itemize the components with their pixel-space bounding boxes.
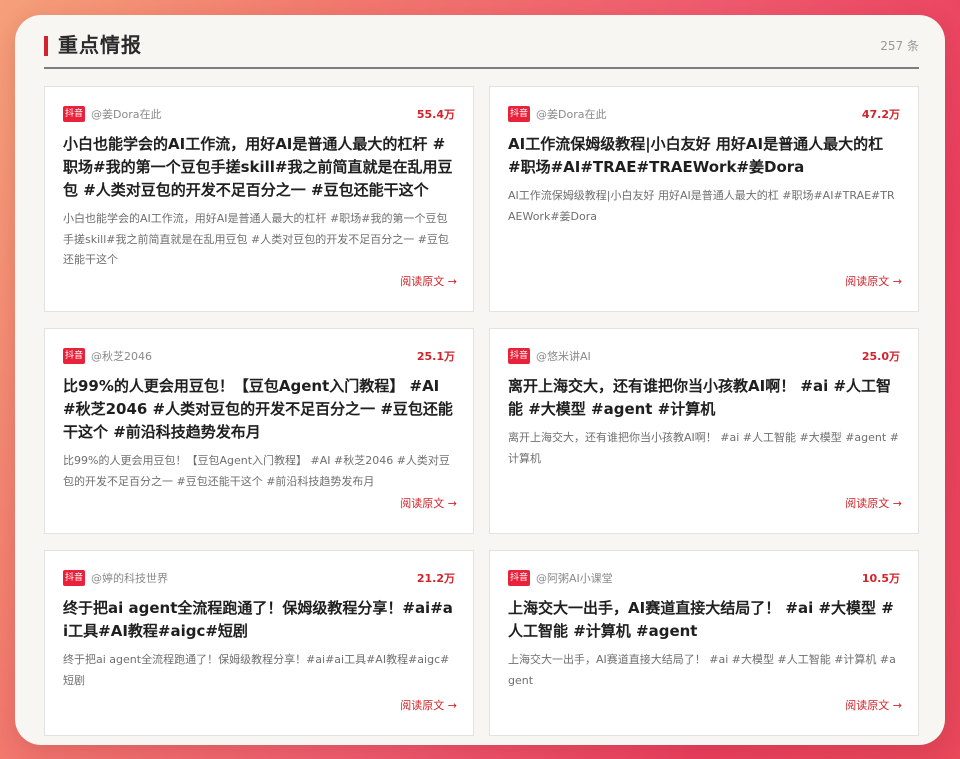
card-meta: 抖音 @婷的科技世界 21.2万	[63, 569, 455, 587]
card-title[interactable]: 离开上海交大，还有谁把你当小孩教AI啊！ #ai #人工智能 #大模型 #age…	[508, 375, 900, 421]
card-summary: 比99%的人更会用豆包！【豆包Agent入门教程】 #AI #秋芝2046 #人…	[63, 454, 450, 488]
view-metric: 55.4万	[416, 108, 455, 121]
author-handle: @阿粥AI小课堂	[536, 572, 613, 585]
card-summary: AI工作流保姆级教程|小白友好 用好AI是普通人最大的杠 #职场#AI#TRAE…	[508, 189, 895, 223]
read-original-link[interactable]: 阅读原文 →	[845, 697, 902, 713]
intel-card[interactable]: 抖音 @秋芝2046 25.1万 比99%的人更会用豆包！【豆包Agent入门教…	[44, 328, 474, 534]
view-metric: 25.0万	[861, 350, 900, 363]
card-title[interactable]: 上海交大一出手，AI赛道直接大结局了！ #ai #大模型 #人工智能 #计算机 …	[508, 597, 900, 643]
view-metric: 21.2万	[416, 572, 455, 585]
view-metric: 10.5万	[861, 572, 900, 585]
card-summary: 终于把ai agent全流程跑通了！保姆级教程分享！#ai#ai工具#AI教程#…	[63, 653, 450, 687]
author-handle: @姜Dora在此	[91, 108, 162, 121]
item-count: 257 条	[880, 39, 919, 53]
author-handle: @姜Dora在此	[536, 108, 607, 121]
platform-badge: 抖音	[508, 106, 531, 122]
intel-card[interactable]: 抖音 @婷的科技世界 21.2万 终于把ai agent全流程跑通了！保姆级教程…	[44, 550, 474, 736]
view-metric: 47.2万	[861, 108, 900, 121]
author-handle: @秋芝2046	[91, 350, 153, 363]
card-meta: 抖音 @姜Dora在此 55.4万	[63, 105, 455, 123]
intel-card[interactable]: 抖音 @阿粥AI小课堂 10.5万 上海交大一出手，AI赛道直接大结局了！ #a…	[489, 550, 919, 736]
title-accent-bar	[44, 36, 48, 56]
card-title[interactable]: AI工作流保姆级教程|小白友好 用好AI是普通人最大的杠 #职场#AI#TRAE…	[508, 133, 900, 179]
card-title[interactable]: 小白也能学会的AI工作流，用好AI是普通人最大的杠杆 #职场#我的第一个豆包手搓…	[63, 133, 455, 202]
intel-card[interactable]: 抖音 @姜Dora在此 47.2万 AI工作流保姆级教程|小白友好 用好AI是普…	[489, 86, 919, 312]
card-meta: 抖音 @姜Dora在此 47.2万	[508, 105, 900, 123]
platform-badge: 抖音	[63, 106, 86, 122]
intel-panel: 重点情报 257 条 抖音 @姜Dora在此 55.4万 小白也能学会的AI工作…	[15, 15, 945, 745]
read-original-link[interactable]: 阅读原文 →	[400, 273, 457, 289]
card-meta: 抖音 @阿粥AI小课堂 10.5万	[508, 569, 900, 587]
read-original-link[interactable]: 阅读原文 →	[845, 273, 902, 289]
card-title[interactable]: 终于把ai agent全流程跑通了！保姆级教程分享！#ai#ai工具#AI教程#…	[63, 597, 455, 643]
platform-badge: 抖音	[508, 570, 531, 586]
card-summary: 小白也能学会的AI工作流，用好AI是普通人最大的杠杆 #职场#我的第一个豆包手搓…	[63, 212, 449, 266]
card-summary: 上海交大一出手，AI赛道直接大结局了！ #ai #大模型 #人工智能 #计算机 …	[508, 653, 896, 687]
card-meta: 抖音 @悠米讲AI 25.0万	[508, 347, 900, 365]
author-handle: @婷的科技世界	[91, 572, 169, 585]
author-handle: @悠米讲AI	[536, 350, 591, 363]
read-original-link[interactable]: 阅读原文 →	[845, 495, 902, 511]
platform-badge: 抖音	[63, 348, 86, 364]
intel-card[interactable]: 抖音 @悠米讲AI 25.0万 离开上海交大，还有谁把你当小孩教AI啊！ #ai…	[489, 328, 919, 534]
card-grid: 抖音 @姜Dora在此 55.4万 小白也能学会的AI工作流，用好AI是普通人最…	[44, 86, 919, 736]
platform-badge: 抖音	[508, 348, 531, 364]
read-original-link[interactable]: 阅读原文 →	[400, 495, 457, 511]
intel-card[interactable]: 抖音 @姜Dora在此 55.4万 小白也能学会的AI工作流，用好AI是普通人最…	[44, 86, 474, 312]
page-title: 重点情报	[58, 33, 142, 57]
view-metric: 25.1万	[416, 350, 455, 363]
card-summary: 离开上海交大，还有谁把你当小孩教AI啊！ #ai #人工智能 #大模型 #age…	[508, 431, 899, 465]
read-original-link[interactable]: 阅读原文 →	[400, 697, 457, 713]
platform-badge: 抖音	[63, 570, 86, 586]
panel-header: 重点情报 257 条	[44, 31, 919, 69]
card-meta: 抖音 @秋芝2046 25.1万	[63, 347, 455, 365]
card-title[interactable]: 比99%的人更会用豆包！【豆包Agent入门教程】 #AI #秋芝2046 #人…	[63, 375, 455, 444]
